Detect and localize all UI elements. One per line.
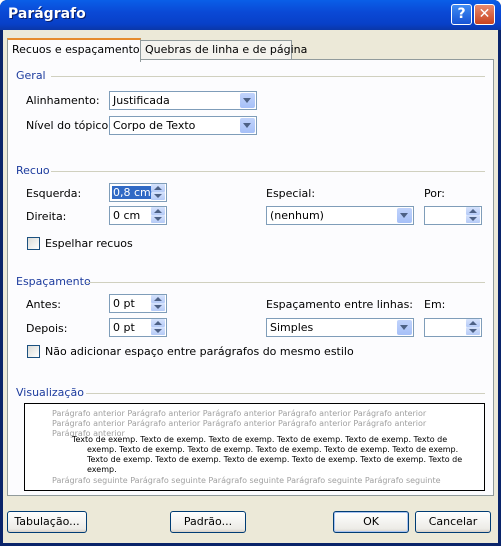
direita-spinner[interactable]: 0 cm (109, 206, 167, 225)
section-visualizacao-label: Visualização (16, 386, 84, 399)
nivel-topico-select[interactable]: Corpo de Texto (109, 116, 257, 135)
ok-button[interactable]: OK (333, 511, 409, 533)
tab-quebras-linha-pagina[interactable]: Quebras de linha e de página (140, 40, 307, 60)
direita-value: 0 cm (113, 209, 141, 222)
section-espacamento-label: Espaçamento (16, 275, 91, 288)
section-recuo-label: Recuo (16, 164, 50, 177)
esquerda-spinner[interactable]: 0,8 cm (109, 183, 167, 202)
nivel-topico-label: Nível do tópico: (26, 119, 112, 132)
spin-up-icon[interactable] (151, 184, 165, 192)
spin-down-icon[interactable] (466, 327, 480, 335)
alinhamento-value: Justificada (113, 94, 170, 107)
especial-select[interactable]: (nenhum) (266, 206, 414, 225)
esquerda-label: Esquerda: (26, 187, 82, 200)
depois-label: Depois: (26, 322, 68, 335)
help-icon: ? (457, 6, 466, 22)
depois-value: 0 pt (113, 321, 135, 334)
antes-spinner[interactable]: 0 pt (109, 294, 167, 313)
por-label: Por: (424, 187, 446, 200)
section-divider (51, 171, 485, 172)
spin-down-icon[interactable] (151, 192, 165, 200)
padrao-label: Padrão... (183, 515, 233, 528)
tab-label: Quebras de linha e de página (145, 43, 308, 56)
em-label: Em: (424, 298, 446, 311)
spin-down-icon[interactable] (466, 215, 480, 223)
entre-linhas-label: Espaçamento entre linhas: (266, 298, 414, 311)
spin-up-icon[interactable] (466, 319, 480, 327)
tabulacao-label: Tabulação... (14, 515, 80, 528)
depois-spinner[interactable]: 0 pt (109, 318, 167, 337)
spin-up-icon[interactable] (151, 295, 165, 303)
section-divider (86, 282, 485, 283)
section-divider (51, 76, 485, 77)
paragraph-dialog: Parágrafo ? ✕ Recuos e espaçamento Quebr… (0, 0, 501, 546)
especial-label: Especial: (266, 187, 316, 200)
por-spinner[interactable] (424, 206, 482, 225)
especial-value: (nenhum) (270, 209, 324, 222)
spin-down-icon[interactable] (151, 215, 165, 223)
espelhar-recuos-label[interactable]: Espelhar recuos (45, 237, 133, 250)
entre-linhas-value: Simples (270, 321, 314, 334)
espelhar-recuos-checkbox[interactable] (27, 237, 40, 250)
close-button[interactable]: ✕ (474, 4, 495, 25)
help-button[interactable]: ? (451, 4, 472, 25)
tab-recuos-espacamento[interactable]: Recuos e espaçamento (7, 38, 141, 62)
title-bar[interactable]: Parágrafo ? ✕ (0, 0, 501, 30)
chevron-down-icon[interactable] (397, 320, 412, 335)
em-spinner[interactable] (424, 318, 482, 337)
preview-next-paragraph: Parágrafo seguinte Parágrafo seguinte Pa… (52, 476, 441, 485)
nivel-topico-value: Corpo de Texto (113, 119, 196, 132)
chevron-down-icon[interactable] (240, 118, 255, 133)
spin-up-icon[interactable] (151, 207, 165, 215)
nao-adicionar-espaco-label[interactable]: Não adicionar espaço entre parágrafos do… (45, 345, 354, 358)
tabulacao-button[interactable]: Tabulação... (7, 511, 87, 533)
spin-down-icon[interactable] (151, 327, 165, 335)
ok-label: OK (363, 515, 379, 528)
spin-up-icon[interactable] (151, 319, 165, 327)
direita-label: Direita: (26, 210, 67, 223)
spin-down-icon[interactable] (151, 303, 165, 311)
nao-adicionar-espaco-checkbox[interactable] (27, 345, 40, 358)
dialog-title: Parágrafo (8, 6, 86, 22)
cancelar-label: Cancelar (428, 515, 478, 528)
antes-value: 0 pt (113, 297, 135, 310)
alinhamento-label: Alinhamento: (26, 94, 100, 107)
alinhamento-select[interactable]: Justificada (109, 91, 257, 110)
close-icon: ✕ (478, 6, 491, 22)
preview-box: Parágrafo anterior Parágrafo anterior Pa… (24, 403, 485, 491)
cancelar-button[interactable]: Cancelar (415, 511, 491, 533)
dialog-body: Recuos e espaçamento Quebras de linha e … (3, 30, 498, 543)
antes-label: Antes: (26, 298, 62, 311)
tab-label: Recuos e espaçamento (12, 43, 140, 56)
section-geral-label: Geral (16, 69, 46, 82)
preview-sample-text: Texto de exemp. Texto de exemp. Texto de… (72, 435, 463, 474)
chevron-down-icon[interactable] (240, 93, 255, 108)
esquerda-value: 0,8 cm (112, 186, 152, 199)
padrao-button[interactable]: Padrão... (170, 511, 246, 533)
spin-up-icon[interactable] (466, 207, 480, 215)
entre-linhas-select[interactable]: Simples (266, 318, 414, 337)
chevron-down-icon[interactable] (397, 208, 412, 223)
section-divider (86, 393, 485, 394)
